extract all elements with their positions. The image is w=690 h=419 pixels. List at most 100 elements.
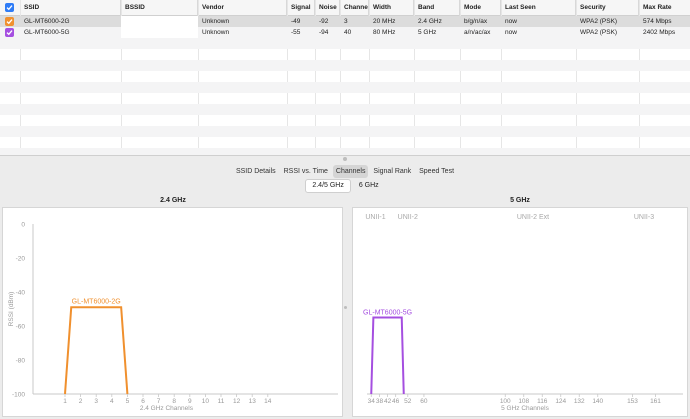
networks-table: SSID BSSID Vendor Signal Noise Channel W… — [0, 0, 690, 156]
tab-speed-test[interactable]: Speed Test — [416, 165, 457, 178]
table-row[interactable]: GL-MT6000-5G Unknown -55 -94 40 80 MHz 5… — [0, 27, 690, 38]
column-header-max-rate[interactable]: Max Rate — [639, 0, 690, 16]
x-tick-label: 34 — [368, 398, 376, 405]
detail-tab-bar: SSID Details RSSI vs. Time Channels Sign… — [0, 165, 690, 178]
cell-security: WPA2 (PSK) — [580, 29, 618, 36]
band-label: UNII-2 — [398, 214, 418, 221]
column-header-noise[interactable]: Noise — [315, 0, 340, 16]
chart-2-4-ghz-svg: 0-20-40-60-80-100RSSI (dBm)1 2 3 4 5 6 7 8 9 10 11… — [8, 222, 338, 412]
cell-mode: a/n/ac/ax — [464, 29, 491, 36]
x-tick-label: 6 — [141, 398, 145, 405]
column-header-ssid[interactable]: SSID — [20, 0, 121, 16]
cell-signal: -49 — [291, 18, 301, 25]
x-tick-label: 5 — [126, 398, 130, 405]
cell-width: 80 MHz — [373, 29, 396, 36]
cell-ssid: GL-MT6000-5G — [24, 29, 70, 36]
x-tick-label: 38 — [376, 398, 384, 405]
x-tick-label: 153 — [627, 398, 638, 405]
x-tick-label: 4 — [110, 398, 114, 405]
cell-band: 5 GHz — [418, 29, 437, 36]
band-label: UNII-2 Ext — [517, 214, 549, 221]
x-tick-label: 140 — [592, 398, 603, 405]
cell-ssid: GL-MT6000-2G — [24, 18, 70, 25]
band-selector: 2.4/5 GHz 6 GHz — [0, 179, 690, 193]
x-tick-label: 42 — [384, 398, 392, 405]
bssid-redacted-area — [121, 16, 198, 38]
tab-ssid-details[interactable]: SSID Details — [233, 165, 279, 178]
band-label: UNII-1 — [365, 214, 385, 221]
y-tick-label: -60 — [16, 324, 26, 331]
table-header: SSID BSSID Vendor Signal Noise Channel W… — [0, 0, 690, 16]
x-tick-label: 13 — [249, 398, 257, 405]
series-label-gl-mt6000-2g: GL-MT6000-2G — [72, 298, 121, 305]
x-tick-label: 14 — [264, 398, 272, 405]
x-tick-label: 7 — [157, 398, 161, 405]
x-tick-label: 52 — [404, 398, 412, 405]
cell-noise: -92 — [319, 18, 329, 25]
y-tick-label: -40 — [16, 290, 26, 297]
column-header-mode[interactable]: Mode — [460, 0, 501, 16]
column-header-last-seen[interactable]: Last Seen — [501, 0, 576, 16]
panel-title-5-ghz: 5 GHz — [510, 197, 530, 204]
x-axis-label: 2.4 GHz Channels — [140, 405, 194, 412]
cell-signal: -55 — [291, 29, 301, 36]
x-tick-label: 9 — [188, 398, 192, 405]
column-header-vendor[interactable]: Vendor — [198, 0, 287, 16]
tab-signal-rank[interactable]: Signal Rank — [370, 165, 414, 178]
series-trace-gl-mt6000-5g — [370, 316, 405, 395]
x-tick-label: 108 — [518, 398, 529, 405]
table-row[interactable]: GL-MT6000-2G Unknown -49 -92 3 20 MHz 2.… — [0, 16, 690, 27]
chart-5-ghz-svg: UNII-1 UNII-2 UNII-2 Ext UNII-3 34 38 42 46 52 60… — [363, 214, 683, 412]
column-header-signal[interactable]: Signal — [287, 0, 315, 16]
cell-channel: 40 — [344, 29, 352, 36]
x-axis-label: 5 GHz Channels — [501, 405, 549, 412]
x-tick-label: 3 — [94, 398, 98, 405]
column-header-channel[interactable]: Channel — [340, 0, 369, 16]
series-label-gl-mt6000-5g: GL-MT6000-5G — [363, 310, 412, 317]
select-all-checkbox[interactable] — [5, 3, 14, 12]
panel-title-2-4-ghz: 2.4 GHz — [160, 197, 186, 204]
chart-5-ghz: UNII-1 UNII-2 UNII-2 Ext UNII-3 34 38 42 46 52 60… — [352, 207, 688, 417]
x-tick-label: 116 — [537, 398, 548, 405]
column-header-bssid[interactable]: BSSID — [121, 0, 198, 16]
x-tick-label: 132 — [574, 398, 585, 405]
column-header-band[interactable]: Band — [414, 0, 460, 16]
tab-rssi-vs-time[interactable]: RSSI vs. Time — [281, 165, 331, 178]
subtab-2-4-5-ghz[interactable]: 2.4/5 GHz — [305, 179, 351, 193]
y-tick-label: 0 — [21, 222, 25, 229]
cell-width: 20 MHz — [373, 18, 396, 25]
x-tick-label: 11 — [218, 398, 225, 405]
row-checkbox[interactable] — [5, 28, 14, 37]
cell-last-seen: now — [505, 29, 517, 36]
cell-last-seen: now — [505, 18, 517, 25]
series-trace-gl-mt6000-2g — [64, 306, 129, 395]
subtab-6-ghz[interactable]: 6 GHz — [353, 180, 385, 192]
x-tick-label: 100 — [500, 398, 511, 405]
y-tick-label: -80 — [16, 358, 26, 365]
band-label: UNII-3 — [634, 214, 654, 221]
y-tick-label: -100 — [12, 392, 25, 399]
cell-mode: b/g/n/ax — [464, 18, 488, 25]
x-tick-label: 10 — [202, 398, 210, 405]
column-header-width[interactable]: Width — [369, 0, 414, 16]
cell-channel: 3 — [344, 18, 348, 25]
x-tick-label: 60 — [420, 398, 428, 405]
chart-2-4-ghz: 0 -20 -40 -60 -80 -100 RSSI (dBm) 1 2 3 4 5 6 7 8 9 10 11… — [2, 207, 343, 417]
cell-vendor: Unknown — [202, 29, 230, 36]
column-header-security[interactable]: Security — [576, 0, 639, 16]
x-tick-label: 161 — [650, 398, 661, 405]
cell-max-rate: 2402 Mbps — [643, 29, 676, 36]
panel-divider-handle[interactable] — [344, 306, 347, 309]
y-tick-label: -20 — [16, 256, 26, 263]
y-axis-label: RSSI (dBm) — [8, 292, 15, 327]
split-view-handle[interactable] — [343, 157, 347, 161]
x-tick-label: 1 — [63, 398, 67, 405]
x-tick-label: 124 — [555, 398, 566, 405]
row-checkbox[interactable] — [5, 17, 14, 26]
cell-noise: -94 — [319, 29, 329, 36]
cell-band: 2.4 GHz — [418, 18, 442, 25]
tab-channels[interactable]: Channels — [332, 165, 369, 178]
cell-max-rate: 574 Mbps — [643, 18, 672, 25]
x-tick-label: 12 — [233, 398, 241, 405]
cell-security: WPA2 (PSK) — [580, 18, 618, 25]
